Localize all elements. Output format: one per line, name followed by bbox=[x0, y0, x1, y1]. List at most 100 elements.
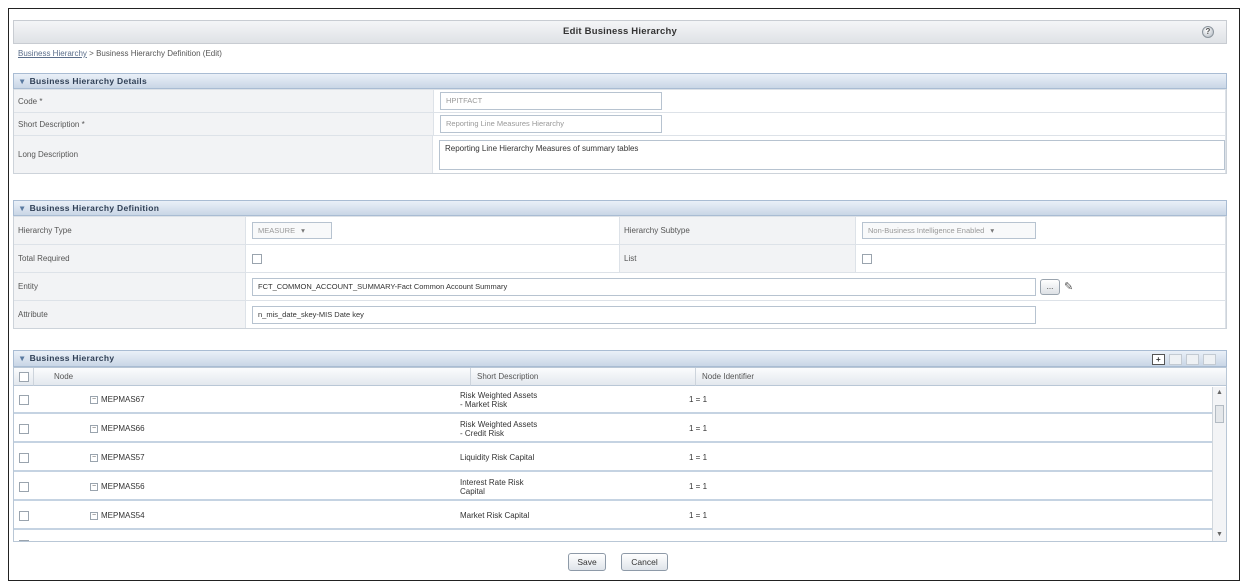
total-required-row: Total Required List bbox=[14, 244, 1226, 272]
breadcrumb-current: Business Hierarchy Definition (Edit) bbox=[96, 49, 222, 58]
node-name: MEPMAS56 bbox=[101, 482, 145, 491]
table-row-partial[interactable] bbox=[14, 532, 1213, 541]
code-row: Code * HPITFACT bbox=[14, 89, 1226, 112]
row-checkbox[interactable] bbox=[19, 539, 29, 541]
add-child-icon[interactable] bbox=[1169, 354, 1182, 366]
entity-browse-button[interactable]: ... bbox=[1040, 278, 1060, 295]
short-description: Risk Weighted Assets bbox=[460, 419, 538, 429]
short-description: Risk Weighted Assets bbox=[460, 390, 538, 400]
list-label: List bbox=[620, 245, 856, 272]
node-identifier: 1 = 1 bbox=[689, 511, 708, 520]
hierarchy-subtype-value: Non-Business Intelligence Enabled bbox=[868, 226, 985, 235]
tree-collapse-icon[interactable]: − bbox=[90, 395, 98, 404]
hierarchy-table: Node Short Description Node Identifier −… bbox=[13, 367, 1227, 542]
long-description-row: Long Description Reporting Line Hierarch… bbox=[14, 135, 1226, 173]
short-description: Market Risk Capital bbox=[460, 511, 530, 520]
total-required-checkbox[interactable] bbox=[252, 253, 262, 264]
column-header-short-description[interactable]: Short Description bbox=[471, 368, 696, 386]
entity-input[interactable]: FCT_COMMON_ACCOUNT_SUMMARY-Fact Common A… bbox=[252, 277, 1036, 296]
code-input[interactable]: HPITFACT bbox=[440, 92, 662, 110]
details-section-title: Business Hierarchy Details bbox=[29, 76, 147, 86]
collapse-icon[interactable]: ▾ bbox=[20, 76, 25, 86]
table-row[interactable]: − MEPMAS54 Market Risk Capital 1 = 1 bbox=[14, 503, 1213, 530]
entity-cell: FCT_COMMON_ACCOUNT_SUMMARY-Fact Common A… bbox=[246, 273, 1226, 300]
tree-collapse-icon[interactable]: − bbox=[90, 453, 98, 462]
attribute-row: Attribute n_mis_date_skey-MIS Date key bbox=[14, 300, 1226, 328]
short-description-label: Short Description * bbox=[14, 113, 434, 135]
add-node-icon[interactable]: + bbox=[1152, 354, 1165, 366]
entity-row: Entity FCT_COMMON_ACCOUNT_SUMMARY-Fact C… bbox=[14, 272, 1226, 300]
hierarchy-type-cell: MEASURE ▾ bbox=[246, 217, 620, 244]
code-cell: HPITFACT bbox=[434, 90, 1226, 112]
long-description-cell: Reporting Line Hierarchy Measures of sum… bbox=[433, 136, 1226, 173]
node-identifier: 1 = 1 bbox=[689, 453, 708, 462]
code-label: Code * bbox=[14, 90, 434, 112]
tree-collapse-icon[interactable]: − bbox=[90, 424, 98, 433]
hierarchy-type-value: MEASURE bbox=[258, 226, 296, 235]
hierarchy-subtype-select[interactable]: Non-Business Intelligence Enabled ▾ bbox=[862, 222, 1036, 239]
long-description-textarea[interactable]: Reporting Line Hierarchy Measures of sum… bbox=[439, 139, 1225, 170]
row-checkbox[interactable] bbox=[19, 481, 29, 492]
page-title-bar: Edit Business Hierarchy ? bbox=[13, 20, 1227, 44]
hierarchy-type-row: Hierarchy Type MEASURE ▾ Hierarchy Subtyp… bbox=[14, 216, 1226, 244]
hierarchy-section-title: Business Hierarchy bbox=[29, 353, 115, 363]
hierarchy-type-label: Hierarchy Type bbox=[14, 217, 246, 244]
table-row[interactable]: − MEPMAS67 Risk Weighted Assets - Market R… bbox=[14, 387, 1213, 414]
short-description-row: Short Description * Reporting Line Measu… bbox=[14, 112, 1226, 135]
row-checkbox[interactable] bbox=[19, 510, 29, 521]
cancel-button[interactable]: Cancel bbox=[621, 553, 668, 571]
collapse-icon[interactable]: ▾ bbox=[20, 203, 25, 213]
delete-node-icon[interactable] bbox=[1203, 354, 1216, 366]
attribute-cell: n_mis_date_skey-MIS Date key bbox=[246, 301, 1226, 328]
hierarchy-type-select[interactable]: MEASURE ▾ bbox=[252, 222, 332, 239]
total-required-label: Total Required bbox=[14, 245, 246, 272]
node-name: MEPMAS67 bbox=[101, 395, 145, 404]
short-description-line2: Capital bbox=[460, 486, 485, 496]
page-title: Edit Business Hierarchy bbox=[563, 26, 677, 37]
tree-collapse-icon[interactable]: − bbox=[90, 482, 98, 491]
scrollbar-thumb[interactable] bbox=[1215, 405, 1224, 423]
row-checkbox[interactable] bbox=[19, 394, 29, 405]
table-row[interactable]: − MEPMAS56 Interest Rate Risk Capital 1 = … bbox=[14, 474, 1213, 501]
edit-node-icon[interactable] bbox=[1186, 354, 1199, 366]
node-identifier: 1 = 1 bbox=[689, 395, 708, 404]
save-button[interactable]: Save bbox=[568, 553, 606, 571]
select-all-header bbox=[14, 368, 34, 386]
row-checkbox[interactable] bbox=[19, 423, 29, 434]
hierarchy-subtype-label: Hierarchy Subtype bbox=[620, 217, 856, 244]
scroll-up-icon[interactable]: ▲ bbox=[1216, 389, 1223, 396]
details-section-header[interactable]: ▾ Business Hierarchy Details bbox=[13, 73, 1227, 89]
row-checkbox[interactable] bbox=[19, 452, 29, 463]
attribute-input[interactable]: n_mis_date_skey-MIS Date key bbox=[252, 305, 1036, 324]
entity-label: Entity bbox=[14, 273, 246, 300]
help-icon[interactable]: ? bbox=[1202, 26, 1214, 38]
attribute-label: Attribute bbox=[14, 301, 246, 328]
node-identifier: 1 = 1 bbox=[689, 482, 708, 491]
table-row[interactable]: − MEPMAS57 Liquidity Risk Capital 1 = 1 bbox=[14, 445, 1213, 472]
table-row[interactable]: − MEPMAS66 Risk Weighted Assets - Credit R… bbox=[14, 416, 1213, 443]
list-checkbox[interactable] bbox=[862, 253, 872, 264]
details-grid: Code * HPITFACT Short Description * Repo… bbox=[13, 89, 1227, 174]
list-cell bbox=[856, 245, 1226, 272]
tree-collapse-icon[interactable]: − bbox=[90, 511, 98, 520]
column-header-node-identifier[interactable]: Node Identifier bbox=[696, 368, 1226, 386]
scroll-down-icon[interactable]: ▼ bbox=[1216, 531, 1223, 538]
select-all-checkbox[interactable] bbox=[19, 372, 29, 382]
node-name: MEPMAS54 bbox=[101, 511, 145, 520]
collapse-icon[interactable]: ▾ bbox=[20, 353, 25, 363]
node-identifier: 1 = 1 bbox=[689, 424, 708, 433]
short-description-input[interactable]: Reporting Line Measures Hierarchy bbox=[440, 115, 662, 133]
chevron-down-icon: ▾ bbox=[990, 226, 995, 235]
table-scrollbar[interactable]: ▲ ▼ bbox=[1212, 387, 1226, 541]
short-description: Liquidity Risk Capital bbox=[460, 453, 535, 462]
long-description-label: Long Description bbox=[14, 136, 433, 173]
short-description-line2: - Credit Risk bbox=[460, 428, 505, 438]
node-name: MEPMAS57 bbox=[101, 453, 145, 462]
breadcrumb-link-business-hierarchy[interactable]: Business Hierarchy bbox=[18, 49, 87, 58]
column-header-node[interactable]: Node bbox=[34, 368, 471, 386]
definition-section-header[interactable]: ▾ Business Hierarchy Definition bbox=[13, 200, 1227, 216]
total-required-cell bbox=[246, 245, 620, 272]
hierarchy-section-header[interactable]: ▾ Business Hierarchy + bbox=[13, 350, 1227, 367]
eraser-icon[interactable]: ✎ bbox=[1064, 280, 1073, 293]
short-description-cell: Reporting Line Measures Hierarchy bbox=[434, 113, 1226, 135]
